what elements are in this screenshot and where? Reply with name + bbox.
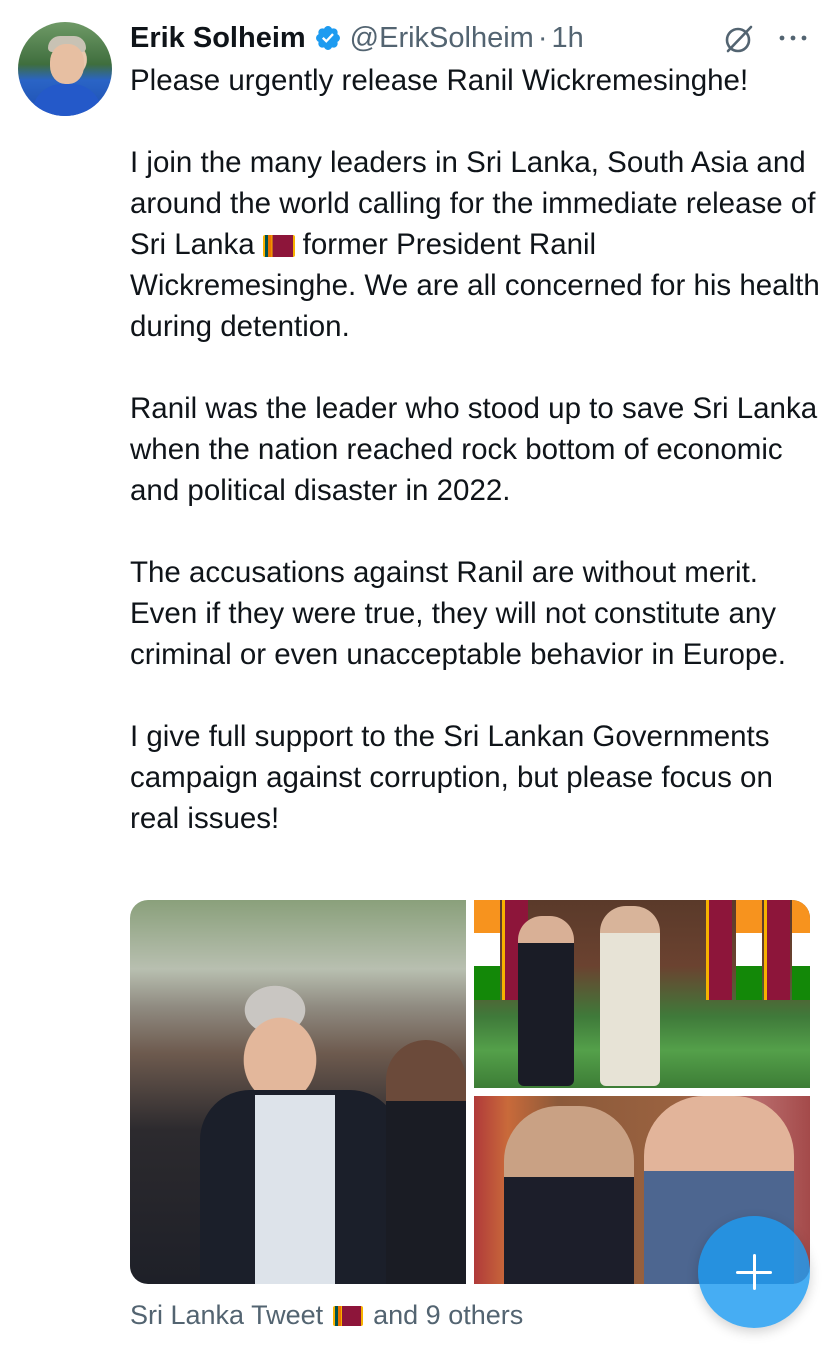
media-grid[interactable] <box>130 900 810 1284</box>
tweet[interactable]: Erik Solheim @ErikSolheim · 1h Please ur… <box>0 0 828 1347</box>
tweet-paragraph: I give full support to the Sri Lankan Go… <box>130 720 773 835</box>
author-name[interactable]: Erik Solheim <box>130 22 306 55</box>
author-handle[interactable]: @ErikSolheim <box>350 22 534 55</box>
tweet-paragraph: Ranil was the leader who stood up to sav… <box>130 392 818 507</box>
photo-flag <box>706 900 732 1000</box>
grok-icon[interactable] <box>722 22 756 56</box>
tweet-text: Please urgently release Ranil Wickremesi… <box>130 60 820 839</box>
compose-button[interactable] <box>698 1216 810 1328</box>
avatar-face <box>50 44 84 84</box>
separator-dot: · <box>537 21 548 54</box>
sri-lanka-flag-icon <box>333 1305 364 1326</box>
tweet-paragraph: I join the many leaders in Sri Lanka, So… <box>130 142 820 347</box>
photo-crowd[interactable] <box>130 900 466 1284</box>
photo-figure <box>255 1095 335 1284</box>
more-icon[interactable] <box>776 24 810 52</box>
timestamp[interactable]: 1h <box>552 22 584 55</box>
avatar-shirt <box>32 84 102 116</box>
photo-figure <box>518 916 574 1086</box>
photo-figure <box>504 1106 634 1284</box>
footer-text[interactable]: Sri Lanka Tweet <box>130 1300 323 1331</box>
avatar[interactable] <box>18 22 112 116</box>
photo-flag <box>792 900 810 1000</box>
tweet-header: Erik Solheim @ErikSolheim · 1h <box>130 18 584 58</box>
plus-icon <box>752 1254 756 1290</box>
footer-text[interactable]: and 9 others <box>373 1300 523 1331</box>
photo-figure <box>386 1040 466 1284</box>
photo-flag <box>736 900 762 1000</box>
photo-figure <box>600 906 660 1086</box>
verified-badge-icon <box>314 24 342 52</box>
photo-flag <box>474 900 500 1000</box>
tweet-paragraph: The accusations against Ranil are withou… <box>130 556 786 671</box>
sri-lanka-flag-icon <box>262 235 295 257</box>
tweet-footer[interactable]: Sri Lanka Tweet and 9 others <box>130 1300 523 1331</box>
photo-flag <box>764 900 790 1000</box>
tweet-paragraph: Please urgently release Ranil Wickremesi… <box>130 64 749 97</box>
photo-handshake[interactable] <box>474 900 810 1088</box>
